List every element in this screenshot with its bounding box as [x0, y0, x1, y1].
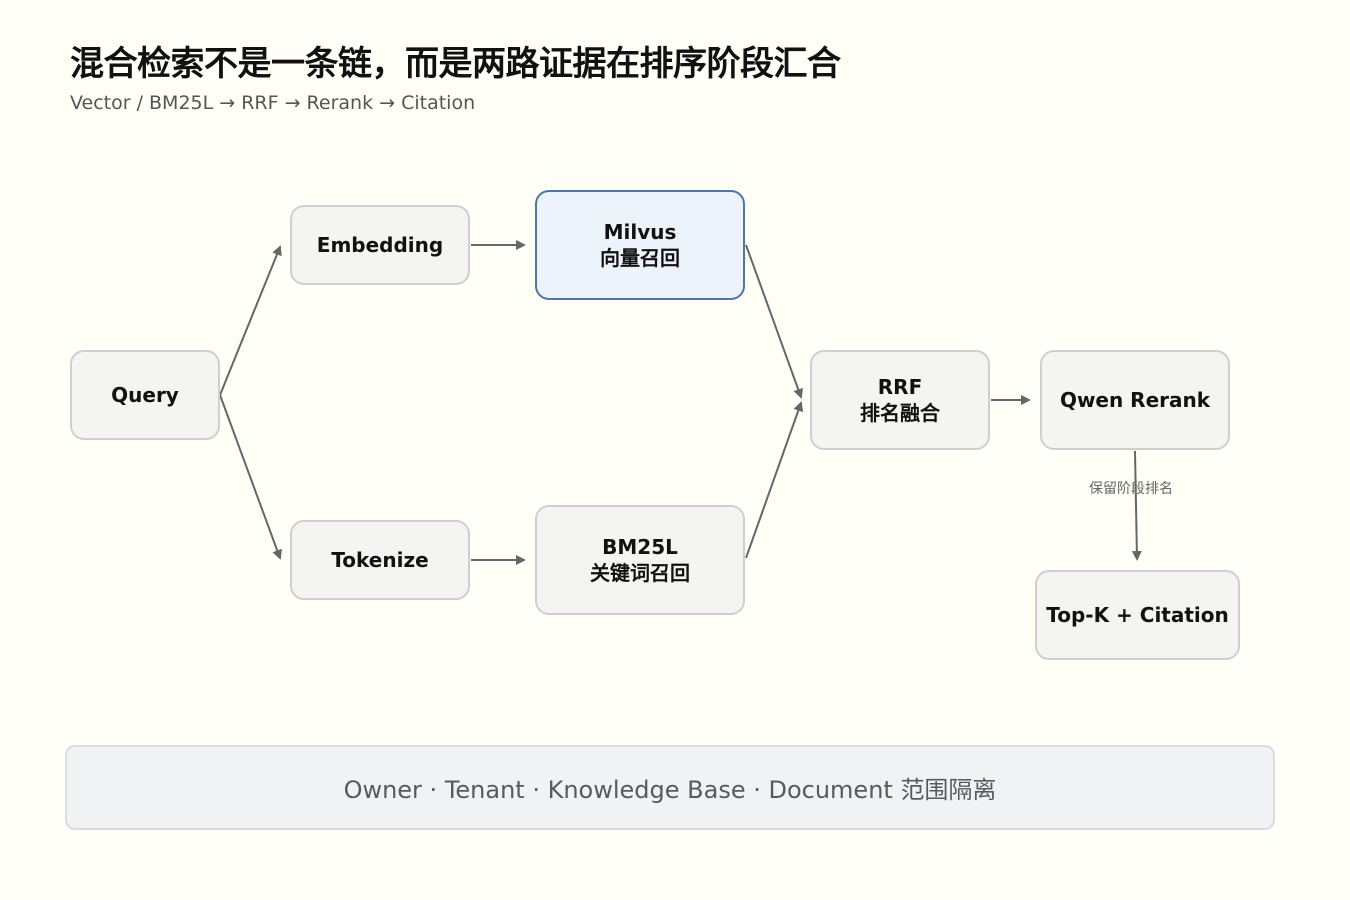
rerank-topk-edge-label: 保留阶段排名: [1089, 481, 1173, 497]
query-label: Query: [111, 383, 179, 407]
tokenize-label: Tokenize: [331, 548, 429, 572]
topk-label: Top-K + Citation: [1046, 603, 1229, 627]
rrf-label: RRF: [877, 375, 923, 399]
bm25l-label: BM25L: [602, 535, 678, 559]
milvus-label: Milvus: [603, 220, 677, 244]
scope-isolation-text: Owner · Tenant · Knowledge Base · Docume…: [343, 776, 997, 804]
milvus-sublabel: 向量召回: [600, 246, 680, 270]
embedding-label: Embedding: [316, 233, 444, 257]
diagram-page: 混合检索不是一条链，而是两路证据在排序阶段汇合 Vector / BM25L →…: [0, 0, 1350, 900]
scope-isolation-bar: Owner · Tenant · Knowledge Base · Docume…: [65, 745, 1275, 830]
rerank-node: Qwen Rerank: [1040, 350, 1230, 450]
edge-bm25l-rrf: [745, 401, 804, 559]
bm25l-node: BM25L 关键词召回: [535, 505, 745, 615]
rerank-label: Qwen Rerank: [1059, 388, 1211, 412]
tokenize-node: Tokenize: [290, 520, 470, 600]
rrf-sublabel: 排名融合: [860, 401, 940, 425]
rrf-node: RRF 排名融合: [810, 350, 990, 450]
milvus-node: Milvus 向量召回: [535, 190, 745, 300]
query-node: Query: [70, 350, 220, 440]
edge-milvus-rrf: [745, 244, 803, 399]
edge-query-embedding: [219, 245, 282, 396]
edge-rerank-topk: [1131, 450, 1142, 561]
bm25l-sublabel: 关键词召回: [590, 561, 690, 585]
embedding-node: Embedding: [290, 205, 470, 285]
edge-query-tokenize: [219, 394, 282, 560]
topk-node: Top-K + Citation: [1035, 570, 1240, 660]
